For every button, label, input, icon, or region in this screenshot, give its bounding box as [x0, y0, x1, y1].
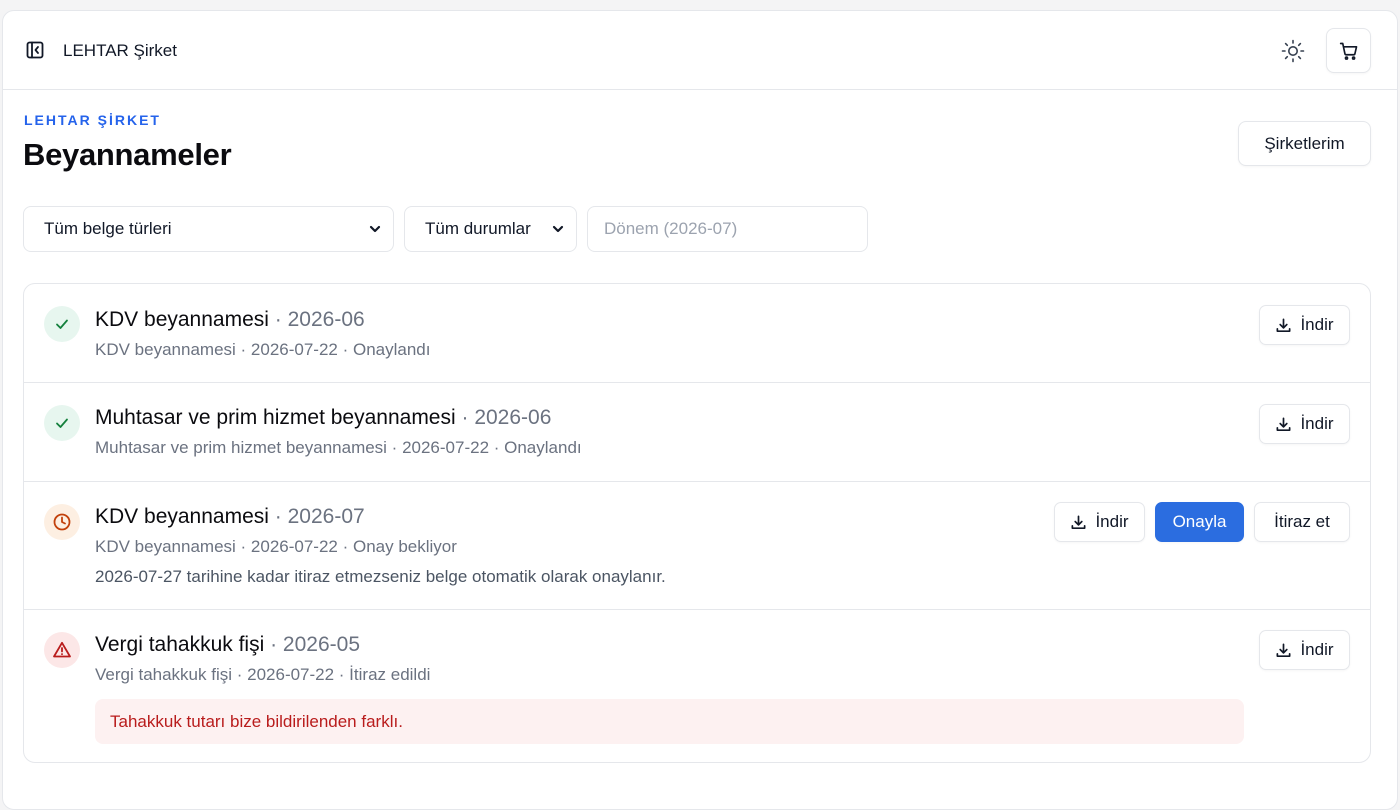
declaration-meta: KDV beyannamesi · 2026-07-22 · Onaylandı [95, 340, 431, 359]
status-value: Tüm durumlar [425, 219, 531, 238]
download-icon [1276, 318, 1291, 332]
document-type-select[interactable]: Tüm belge türleri [23, 206, 394, 252]
objection-reason: Tahakkuk tutarı bize bildirilenden farkl… [95, 699, 1244, 744]
sidebar-collapse-icon[interactable] [25, 40, 45, 60]
download-button[interactable]: İndir [1054, 502, 1145, 542]
declaration-title: KDV beyannamesi · 2026-06 [95, 308, 365, 332]
download-icon [1071, 515, 1086, 529]
company-eyebrow: LEHTAR ŞİRKET [24, 112, 161, 128]
chevron-down-icon [552, 225, 564, 233]
list-item: KDV beyannamesi · 2026-06 KDV beyannames… [24, 284, 1370, 383]
page-title: Beyannameler [23, 137, 232, 172]
download-label: İndir [1095, 512, 1129, 531]
declaration-meta: Vergi tahakkuk fişi · 2026-07-22 · İtira… [95, 665, 431, 684]
download-icon [1276, 417, 1291, 431]
download-label: İndir [1300, 640, 1334, 659]
auto-approve-note: 2026-07-27 tarihine kadar itiraz etmezse… [95, 567, 666, 586]
top-bar: LEHTAR Şirket [3, 11, 1397, 90]
cart-button[interactable] [1326, 28, 1371, 73]
declaration-meta: KDV beyannamesi · 2026-07-22 · Onay bekl… [95, 537, 457, 556]
declaration-name: KDV beyannamesi [95, 505, 269, 528]
chevron-down-icon [369, 225, 381, 233]
download-label: İndir [1300, 315, 1334, 334]
declaration-period: · 2026-07 [274, 505, 365, 528]
object-button[interactable]: İtiraz et [1254, 502, 1350, 542]
list-item: KDV beyannamesi · 2026-07 KDV beyannames… [24, 482, 1370, 610]
declaration-name: Vergi tahakkuk fişi [95, 633, 265, 656]
my-companies-button[interactable]: Şirketlerim [1238, 121, 1371, 166]
declaration-list: KDV beyannamesi · 2026-06 KDV beyannames… [23, 283, 1371, 763]
period-input[interactable]: Dönem (2026-07) [587, 206, 868, 252]
declaration-period: · 2026-06 [461, 406, 552, 429]
check-icon [44, 306, 80, 342]
company-name: LEHTAR Şirket [63, 41, 177, 60]
list-item: Vergi tahakkuk fişi · 2026-05 Vergi taha… [24, 610, 1370, 762]
period-placeholder: Dönem (2026-07) [604, 219, 738, 238]
document-type-value: Tüm belge türleri [44, 219, 172, 238]
status-select[interactable]: Tüm durumlar [404, 206, 577, 252]
declaration-period: · 2026-05 [270, 633, 361, 656]
declaration-title: Muhtasar ve prim hizmet beyannamesi · 20… [95, 406, 551, 430]
download-button[interactable]: İndir [1259, 630, 1350, 670]
download-button[interactable]: İndir [1259, 305, 1350, 345]
download-icon [1276, 643, 1291, 657]
declaration-meta: Muhtasar ve prim hizmet beyannamesi · 20… [95, 438, 582, 457]
declaration-period: · 2026-06 [274, 308, 365, 331]
declaration-title: KDV beyannamesi · 2026-07 [95, 505, 365, 529]
warning-icon [44, 632, 80, 668]
declaration-name: KDV beyannamesi [95, 308, 269, 331]
declaration-title: Vergi tahakkuk fişi · 2026-05 [95, 633, 360, 657]
cart-icon [1339, 42, 1357, 60]
approve-button[interactable]: Onayla [1155, 502, 1244, 542]
download-label: İndir [1300, 414, 1334, 433]
list-item: Muhtasar ve prim hizmet beyannamesi · 20… [24, 383, 1370, 482]
download-button[interactable]: İndir [1259, 404, 1350, 444]
app-window: LEHTAR Şirket LEHTAR ŞİRKET Beyannameler… [2, 10, 1398, 810]
sun-icon[interactable] [1279, 37, 1307, 65]
declaration-name: Muhtasar ve prim hizmet beyannamesi [95, 406, 456, 429]
check-icon [44, 405, 80, 441]
clock-icon [44, 504, 80, 540]
